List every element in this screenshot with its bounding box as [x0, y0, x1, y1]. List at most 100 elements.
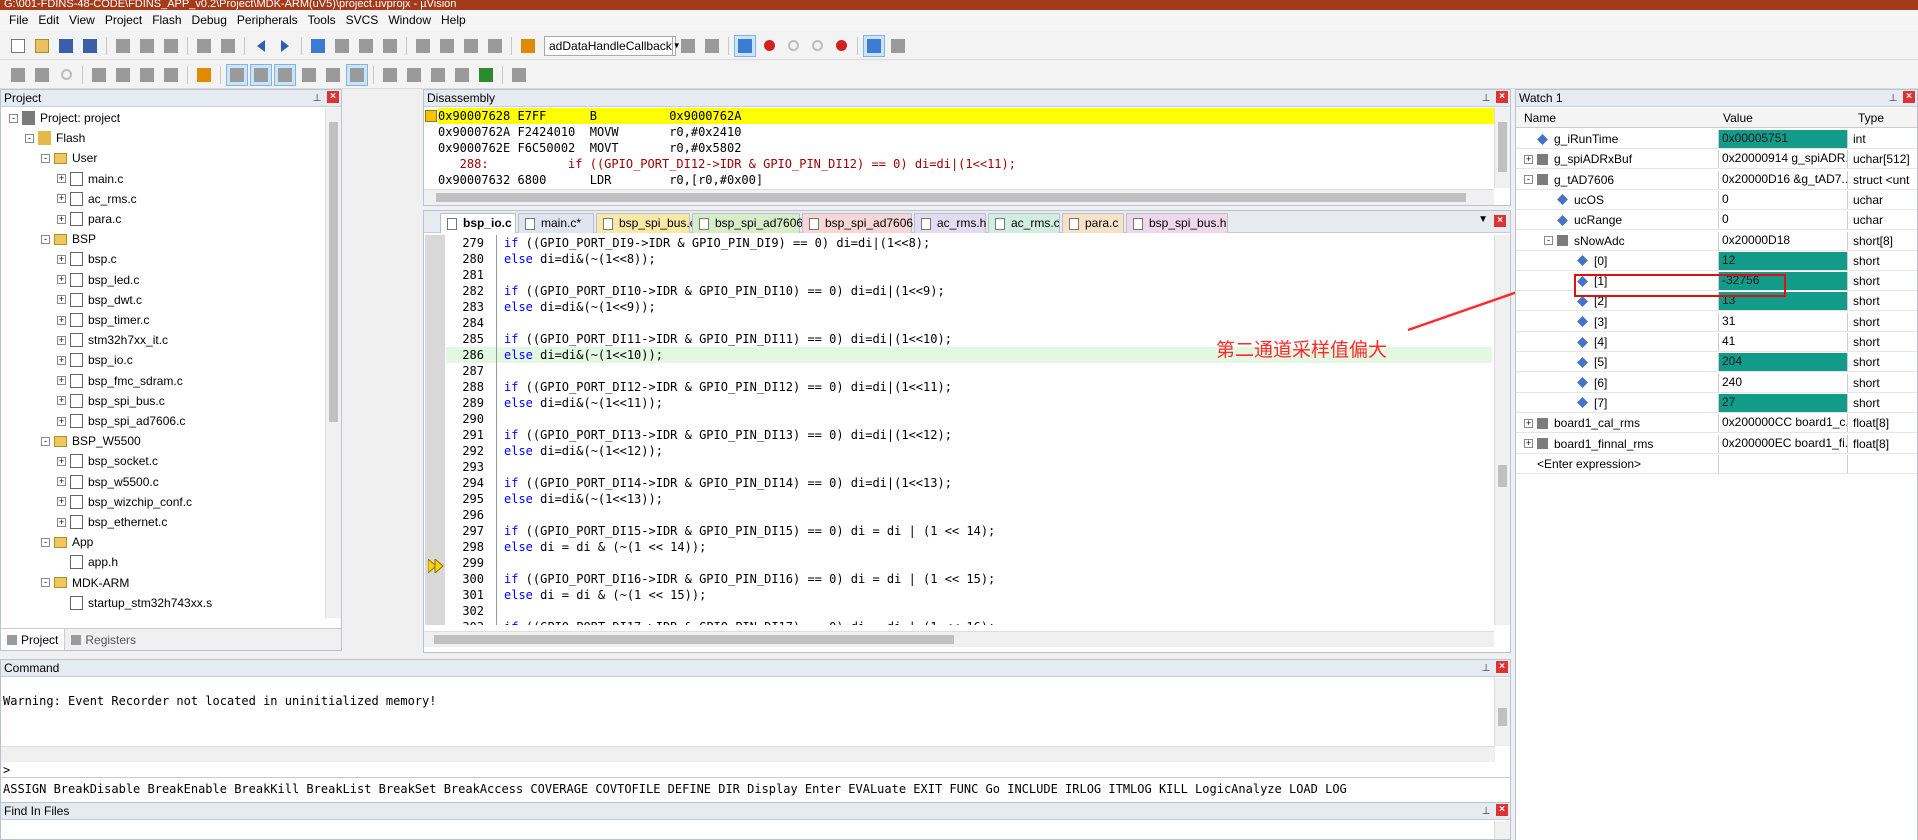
tree-item[interactable]: + bsp_spi_ad7606.c — [57, 411, 185, 431]
watch-value[interactable]: 27 — [1718, 393, 1848, 412]
expand-icon[interactable]: + — [57, 335, 66, 345]
indent-button[interactable] — [412, 35, 434, 57]
pin-icon[interactable]: ⊥ — [1480, 804, 1492, 820]
watch-value[interactable]: 0x200000EC board1_fi... — [1718, 434, 1848, 453]
menu-file[interactable]: File — [4, 10, 33, 31]
disassembly-hscroll-thumb[interactable] — [436, 193, 1466, 202]
tree-item[interactable]: startup_stm32h743xx.s — [57, 593, 212, 613]
code-line[interactable]: 301 else di = di & (~(1 << 15)); — [446, 587, 1492, 603]
collapse-icon[interactable]: - — [41, 537, 50, 547]
close-icon[interactable]: × — [1494, 215, 1506, 227]
configure-button[interactable] — [887, 35, 909, 57]
menu-flash[interactable]: Flash — [147, 10, 186, 31]
system-viewer-button[interactable] — [475, 64, 497, 86]
bookmark-next-button[interactable] — [355, 35, 377, 57]
find-button[interactable] — [677, 35, 699, 57]
code-line[interactable]: 287 — [446, 363, 1492, 379]
code-line[interactable]: 294 if ((GPIO_PORT_DI14->IDR & GPIO_PIN_D… — [446, 475, 1492, 491]
find-vscroll[interactable] — [1494, 821, 1510, 839]
disassembly-vscroll[interactable] — [1494, 108, 1510, 188]
expand-icon[interactable]: + — [57, 497, 66, 507]
disasm-source-line[interactable]: 288: if ((GPIO_PORT_DI12->IDR & GPIO_PIN… — [438, 156, 1016, 172]
expand-icon[interactable]: + — [57, 254, 66, 264]
kill-all-breakpoints-button[interactable] — [830, 35, 852, 57]
editor-hscroll[interactable] — [424, 631, 1494, 647]
symbols-window-button[interactable] — [274, 63, 296, 86]
run-button[interactable] — [31, 64, 53, 86]
code-line[interactable]: 284 — [446, 315, 1492, 331]
file-tab[interactable]: main.c* — [518, 213, 594, 233]
menu-peripherals[interactable]: Peripherals — [232, 10, 303, 31]
memory-window-button[interactable] — [379, 64, 401, 86]
tree-item[interactable]: + bsp.c — [57, 249, 117, 269]
copy-button[interactable] — [136, 35, 158, 57]
watch-col-value[interactable]: Value — [1723, 111, 1753, 125]
disasm-line[interactable]: 0x90007628 E7FF B 0x9000762A — [438, 108, 1494, 124]
code-line[interactable]: 289 else di=di&(~(1<<11)); — [446, 395, 1492, 411]
tree-item[interactable]: +HAL_Driver — [41, 613, 134, 618]
new-file-button[interactable] — [7, 35, 29, 57]
watch-value[interactable]: 0x200000CC board1_c... — [1718, 414, 1848, 433]
watch-row[interactable]: ucRange 0 uchar — [1516, 210, 1917, 231]
code-line[interactable]: 279 if ((GPIO_PORT_DI9->IDR & GPIO_PIN_DI… — [446, 235, 1492, 251]
tree-item[interactable]: - MDK-ARM — [41, 573, 129, 593]
tree-item[interactable]: + para.c — [57, 209, 121, 229]
close-icon[interactable]: × — [1903, 91, 1915, 103]
expand-icon[interactable]: + — [57, 456, 66, 466]
tree-item[interactable]: + ac_rms.c — [57, 189, 137, 209]
tree-item[interactable]: + bsp_led.c — [57, 270, 139, 290]
menu-view[interactable]: View — [64, 10, 100, 31]
code-line[interactable]: 282 if ((GPIO_PORT_DI10->IDR & GPIO_PIN_D… — [446, 283, 1492, 299]
toolbox-button[interactable] — [508, 64, 530, 86]
trace-window-button[interactable] — [451, 64, 473, 86]
watch-value[interactable]: 0 — [1718, 211, 1848, 230]
collapse-icon[interactable]: - — [41, 234, 50, 244]
disassembly-vscroll-thumb[interactable] — [1498, 122, 1507, 172]
file-tab[interactable]: bsp_spi_bus.c — [596, 213, 696, 233]
pin-icon[interactable]: ⊥ — [311, 91, 323, 107]
unindent-button[interactable] — [436, 35, 458, 57]
file-tab[interactable]: bsp_spi_bus.h — [1126, 213, 1228, 233]
watch-row[interactable]: - g_tAD7606 0x20000D16 &g_tAD7... struct <u… — [1516, 170, 1917, 190]
code-line[interactable]: 296 — [446, 507, 1492, 523]
file-tab[interactable]: ac_rms.h — [914, 213, 986, 233]
step-button[interactable] — [88, 64, 110, 86]
watch-value[interactable]: 0 — [1718, 190, 1848, 209]
file-tab[interactable]: ac_rms.c — [988, 213, 1060, 233]
watch-row[interactable]: [7] 27 short — [1516, 393, 1917, 413]
tree-item[interactable]: + bsp_socket.c — [57, 451, 158, 471]
expand-icon[interactable]: + — [1524, 418, 1533, 428]
watch-value[interactable] — [1718, 454, 1848, 473]
watch-row[interactable]: - sNowAdc 0x20000D18 short[8] — [1516, 231, 1917, 251]
watch-row[interactable]: + g_spiADRxBuf 0x20000914 g_spiADR... uchar… — [1516, 149, 1917, 170]
tree-item[interactable]: - BSP_W5500 — [41, 431, 141, 451]
menu-edit[interactable]: Edit — [33, 10, 64, 31]
watch-row[interactable]: [5] 204 short — [1516, 352, 1917, 373]
menu-window[interactable]: Window — [383, 10, 436, 31]
expand-icon[interactable]: + — [57, 194, 66, 204]
tree-item[interactable]: + bsp_io.c — [57, 350, 133, 370]
menu-svcs[interactable]: SVCS — [341, 10, 384, 31]
project-scroll-thumb[interactable] — [329, 122, 338, 422]
bookmark-clear-button[interactable] — [379, 35, 401, 57]
collapse-icon[interactable]: - — [1524, 175, 1533, 185]
code-line[interactable]: 302 — [446, 603, 1492, 619]
code-line[interactable]: 298 else di = di & (~(1 << 14)); — [446, 539, 1492, 555]
watch-row[interactable]: g_iRunTime 0x00005751 int — [1516, 129, 1917, 149]
disable-all-breakpoints-button[interactable] — [806, 35, 828, 57]
code-line[interactable]: 290 — [446, 411, 1492, 427]
disassembly-window-button[interactable] — [250, 63, 272, 86]
watch-value[interactable]: 31 — [1718, 312, 1848, 331]
expand-icon[interactable]: + — [57, 295, 66, 305]
code-line[interactable]: 283 else di=di&(~(1<<9)); — [446, 299, 1492, 315]
editor-hscroll-thumb[interactable] — [434, 635, 954, 644]
tree-item[interactable]: app.h — [57, 552, 118, 572]
watch-row[interactable]: [6] 240 short — [1516, 373, 1917, 393]
code-line[interactable]: 299 — [446, 555, 1492, 571]
show-next-statement-button[interactable] — [193, 64, 215, 86]
expand-icon[interactable]: + — [57, 416, 66, 426]
menu-project[interactable]: Project — [100, 10, 147, 31]
tree-item[interactable]: - App — [41, 532, 93, 552]
tab-project[interactable]: Project — [1, 629, 66, 650]
file-tab[interactable]: para.c — [1062, 213, 1124, 233]
